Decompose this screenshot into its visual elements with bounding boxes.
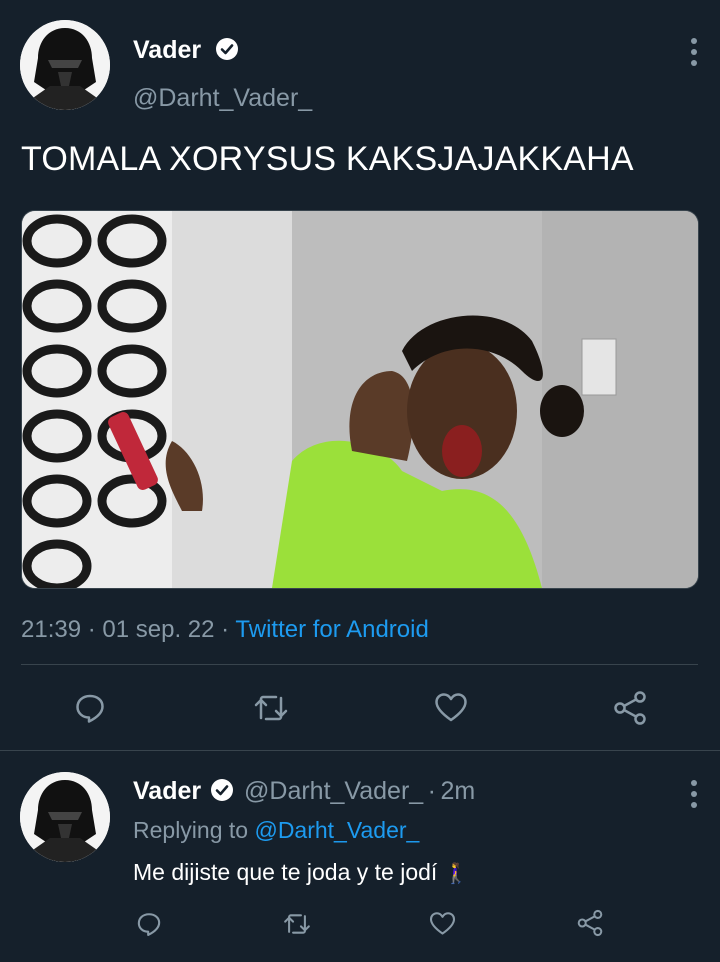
author-handle[interactable]: @Darht_Vader_ — [133, 84, 312, 113]
divider — [0, 750, 720, 751]
tweet-source[interactable]: Twitter for Android — [235, 616, 428, 643]
divider — [21, 664, 698, 665]
reply-elapsed-time: 2m — [440, 777, 476, 805]
reply-text: Me dijiste que te joda y te jodí — [133, 859, 438, 885]
retweet-icon — [254, 695, 288, 721]
vader-avatar-image — [20, 772, 110, 862]
share-icon — [614, 691, 646, 725]
share-icon — [577, 909, 603, 937]
more-icon[interactable] — [690, 38, 698, 71]
reply-button[interactable] — [74, 692, 106, 724]
replying-handle[interactable]: @Darht_Vader_ — [254, 817, 419, 843]
reply-icon — [137, 913, 161, 937]
author-name[interactable]: Vader — [133, 36, 201, 65]
tweet-meta: 21:39 · 01 sep. 22 · Twitter for Android — [21, 616, 429, 644]
reply-share-button[interactable] — [576, 909, 604, 937]
meta-separator: · — [221, 616, 230, 643]
reply-author-handle[interactable]: @Darht_Vader_ — [244, 777, 423, 805]
reply-header: Vader @Darht_Vader_ · 2m — [133, 777, 475, 806]
author-avatar[interactable] — [20, 20, 110, 110]
retweet-icon — [284, 914, 310, 934]
reply-icon — [76, 694, 104, 723]
like-button[interactable] — [434, 692, 468, 724]
meta-separator: · — [87, 616, 96, 643]
like-icon — [435, 693, 467, 722]
share-button[interactable] — [612, 690, 648, 726]
reply-author-name[interactable]: Vader — [133, 777, 201, 805]
verified-icon — [216, 38, 238, 60]
reply-author-avatar[interactable] — [20, 772, 110, 862]
reply-reply-button[interactable] — [136, 911, 162, 937]
tweet-date: 01 sep. 22 — [102, 616, 215, 643]
reply-separator: · — [427, 777, 436, 805]
tweet-text: TOMALA XORYSUS KAKSJAJAKKAHA — [21, 140, 634, 178]
tweet-media[interactable] — [21, 210, 699, 589]
reply-text-line: Me dijiste que te joda y te jodí 🚶‍♀️ — [133, 859, 469, 886]
replying-prefix: Replying to — [133, 817, 249, 843]
reply-retweet-button[interactable] — [282, 911, 312, 937]
walking-woman-emoji: 🚶‍♀️ — [443, 863, 469, 885]
verified-icon — [210, 779, 233, 801]
retweet-button[interactable] — [252, 692, 290, 724]
reply-more-icon[interactable] — [690, 780, 698, 813]
tweet-time: 21:39 — [21, 616, 82, 643]
media-image — [22, 211, 698, 588]
vader-avatar-image — [20, 20, 110, 110]
replying-to: Replying to @Darht_Vader_ — [133, 817, 419, 844]
reply-like-button[interactable] — [429, 911, 456, 937]
like-icon — [429, 912, 456, 935]
